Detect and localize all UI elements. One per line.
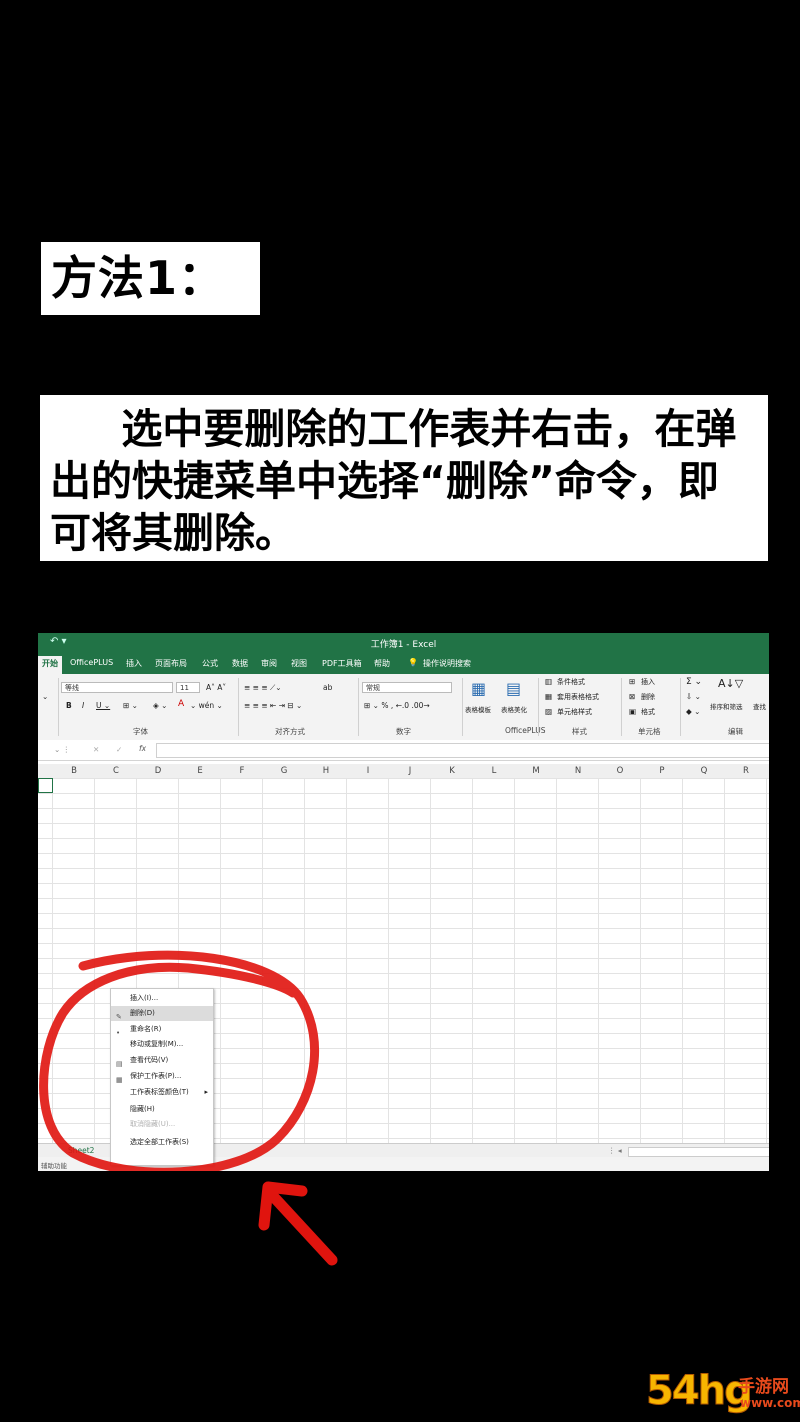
site-watermark: 54hg 手游网 www.com.cn	[646, 1368, 800, 1418]
red-circle-annotation	[39, 950, 320, 1171]
instruction-text: 选中要删除的工作表并右击，在弹出的快捷菜单中选择“删除”命令，即可将其删除。	[40, 395, 768, 561]
method-title: 方法1：	[41, 242, 260, 315]
red-arrow-annotation	[258, 1181, 338, 1266]
excel-screenshot: ↶ ▾ 工作簿1 - Excel 开始 OfficePLUS 插入 页面布局 公…	[38, 633, 769, 1171]
watermark-logo: 54hg	[646, 1368, 754, 1415]
watermark-domain: www.com.cn	[740, 1396, 800, 1410]
watermark-name: 手游网	[738, 1377, 789, 1397]
